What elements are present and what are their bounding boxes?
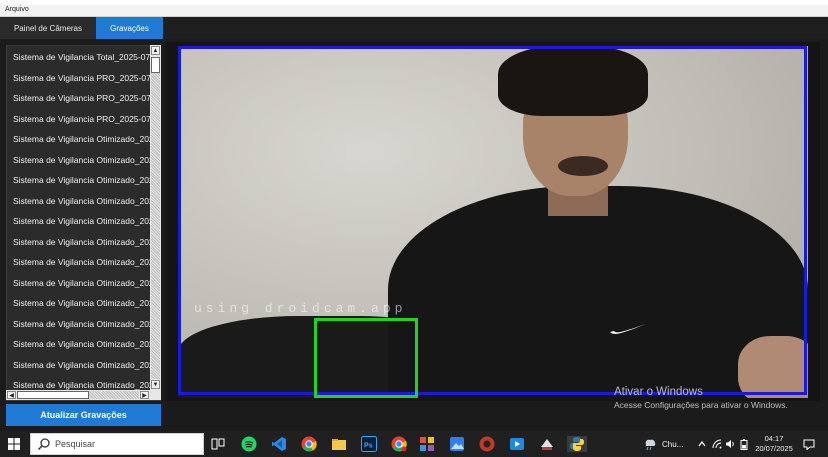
- volume-icon[interactable]: [725, 431, 736, 457]
- photoshop-icon[interactable]: Ps: [361, 436, 377, 452]
- list-item[interactable]: Sistema de Vigilancia PRO_2025-07: [13, 111, 155, 127]
- weather-widget[interactable]: Chu...: [643, 431, 683, 457]
- taskbar-search[interactable]: Pesquisar: [30, 433, 204, 455]
- app-grid-icon[interactable]: [419, 436, 435, 452]
- clock-date: 20/07/2025: [755, 444, 793, 453]
- refresh-recordings-button[interactable]: Atualizar Gravações: [6, 404, 161, 426]
- list-item[interactable]: Sistema de Vigilancia Otimizado_202: [13, 172, 155, 188]
- scroll-right-icon[interactable]: ▶: [140, 391, 149, 399]
- clock-time: 04:17: [764, 434, 784, 443]
- scroll-thumb[interactable]: [151, 57, 160, 73]
- scrollbar-corner: [150, 390, 161, 400]
- list-item[interactable]: Sistema de Vigilancia Otimizado_202: [13, 254, 155, 270]
- list-item[interactable]: Sistema de Vigilancia Otimizado_202: [13, 295, 155, 311]
- tab-painel-cameras[interactable]: Painel de Câmeras: [0, 17, 96, 39]
- list-item[interactable]: Sistema de Vigilancia PRO_2025-07: [13, 70, 155, 86]
- search-placeholder: Pesquisar: [55, 439, 96, 449]
- scroll-left-icon[interactable]: ◀: [7, 391, 16, 399]
- taskbar: Pesquisar Ps Chu... 04:17 20/07/2025: [0, 431, 828, 457]
- list-item[interactable]: Sistema de Vigilancia Otimizado_202: [13, 275, 155, 291]
- record-app-icon[interactable]: [479, 436, 495, 452]
- photos-app-icon[interactable]: [449, 436, 465, 452]
- scroll-track[interactable]: [151, 57, 160, 379]
- list-item[interactable]: Sistema de Vigilancia Otimizado_202: [13, 234, 155, 250]
- vertical-scrollbar[interactable]: ▲ ▼: [150, 45, 161, 390]
- list-item[interactable]: Sistema de Vigilancia Total_2025-07: [13, 49, 155, 65]
- activation-subtitle: Acesse Configurações para ativar o Windo…: [614, 400, 788, 410]
- list-item[interactable]: Sistema de Vigilancia Otimizado_202: [13, 213, 155, 229]
- scroll-down-icon[interactable]: ▼: [151, 380, 160, 389]
- recordings-list[interactable]: Sistema de Vigilancia Total_2025-07 Sist…: [6, 45, 161, 401]
- scroll-thumb-horizontal[interactable]: [17, 391, 89, 399]
- tab-bar: Painel de Câmeras Gravações: [0, 17, 828, 39]
- notifications-icon[interactable]: [803, 431, 815, 457]
- vscode-icon[interactable]: [271, 436, 287, 452]
- list-item[interactable]: Sistema de Vigilancia PRO_2025-07: [13, 90, 155, 106]
- list-item[interactable]: Sistema de Vigilancia Otimizado_202: [13, 193, 155, 209]
- chrome-icon[interactable]: [301, 436, 317, 452]
- python-app-icon[interactable]: [567, 436, 587, 452]
- menu-bar: Arquivo: [0, 5, 828, 17]
- list-item[interactable]: Sistema de Vigilancia Otimizado_202: [13, 316, 155, 332]
- network-icon[interactable]: [712, 431, 722, 457]
- person-detection-box: [178, 46, 807, 395]
- weather-label: Chu...: [662, 439, 684, 449]
- show-hidden-icons-icon[interactable]: [698, 431, 706, 457]
- scroll-up-icon[interactable]: ▲: [151, 46, 160, 55]
- list-item[interactable]: Sistema de Vigilancia Otimizado_202: [13, 131, 155, 147]
- tab-gravacoes[interactable]: Gravações: [96, 17, 163, 39]
- menu-arquivo[interactable]: Arquivo: [5, 6, 29, 13]
- game-app-icon[interactable]: [539, 436, 555, 452]
- spotify-icon[interactable]: [241, 436, 257, 452]
- list-item[interactable]: Sistema de Vigilancia Otimizado_202: [13, 357, 155, 373]
- rain-cloud-icon: [645, 439, 656, 451]
- video-player[interactable]: using droidcam.app: [166, 42, 820, 401]
- file-explorer-icon[interactable]: [331, 436, 347, 452]
- svg-text:Ps: Ps: [364, 443, 373, 450]
- app-window: Arquivo Painel de Câmeras Gravações Sist…: [0, 0, 828, 431]
- task-view-icon[interactable]: [210, 436, 226, 452]
- motion-detection-box: [314, 318, 418, 398]
- chrome-profile-icon[interactable]: [391, 436, 407, 452]
- system-clock[interactable]: 04:17 20/07/2025: [752, 434, 796, 454]
- horizontal-scrollbar[interactable]: ◀ ▶: [6, 390, 150, 400]
- list-item[interactable]: Sistema de Vigilancia Otimizado_202: [13, 336, 155, 352]
- windows-start-icon[interactable]: [8, 438, 20, 450]
- search-icon: [37, 438, 50, 451]
- media-app-icon[interactable]: [509, 436, 525, 452]
- activation-title: Ativar o Windows: [614, 386, 703, 398]
- battery-icon[interactable]: [740, 431, 748, 457]
- windows-activation-notice: Ativar o Windows Acesse Configurações pa…: [614, 386, 824, 411]
- list-item[interactable]: Sistema de Vigilancia Otimizado_202: [13, 152, 155, 168]
